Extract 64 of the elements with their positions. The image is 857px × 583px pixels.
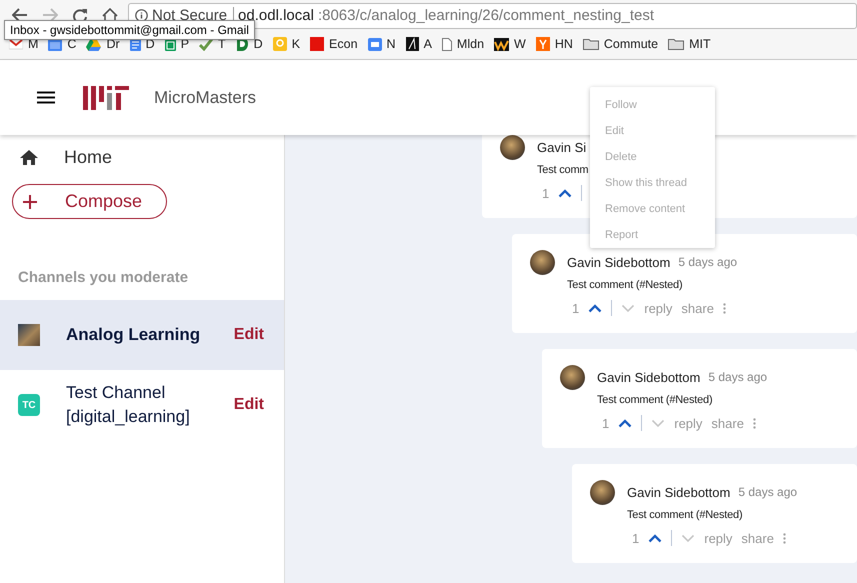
lightbulb-icon xyxy=(272,37,287,51)
bookmark[interactable]: HN xyxy=(554,37,573,51)
channel-badge: TC xyxy=(18,394,40,416)
upvote-icon[interactable] xyxy=(618,418,632,428)
square-icon xyxy=(536,37,550,51)
logo-icon xyxy=(83,86,129,110)
vote-count: 1 xyxy=(572,300,580,316)
menu-icon[interactable] xyxy=(37,91,55,104)
folder-icon xyxy=(582,38,599,50)
compose-button[interactable]: Compose xyxy=(12,184,167,219)
section-heading: Channels you moderate xyxy=(17,268,190,288)
comment-author[interactable]: Gavin Sidebottom xyxy=(567,254,670,270)
bookmark[interactable]: N xyxy=(386,37,396,51)
bookmark[interactable]: Econ xyxy=(329,37,358,51)
vote-count: 1 xyxy=(632,530,640,546)
comment-author[interactable]: Gavin Sidebottom xyxy=(597,370,700,384)
home-link[interactable]: Home xyxy=(64,147,112,168)
upvote-icon[interactable] xyxy=(588,304,602,312)
bookmark[interactable]: K xyxy=(292,37,300,51)
info-icon xyxy=(135,9,148,22)
comment-author[interactable]: Gavin Si xyxy=(537,140,586,154)
channel-name: Test Channel [digital_learning] xyxy=(66,382,191,428)
avatar-placeholder xyxy=(500,135,525,160)
home-icon[interactable] xyxy=(20,150,38,165)
channel-item[interactable]: TC Test Channel [digital_learning] Edit xyxy=(0,370,284,440)
upvote-icon[interactable] xyxy=(558,188,572,198)
edit-link[interactable]: Edit xyxy=(234,396,266,414)
bookmark[interactable]: Commute xyxy=(604,37,658,51)
bookmark[interactable]: MIT xyxy=(689,37,711,51)
square-icon xyxy=(406,37,419,51)
bookmark[interactable]: W xyxy=(514,37,526,51)
page-icon xyxy=(442,38,452,50)
comment-text: Test comment (#Nested) xyxy=(597,393,712,408)
mail-icon xyxy=(9,38,23,50)
wave-icon xyxy=(494,38,510,50)
comment-time: 5 days ago xyxy=(708,370,768,384)
photo-placeholder xyxy=(18,324,40,346)
channel-item[interactable]: Analog Learning Edit xyxy=(0,300,284,370)
square-icon xyxy=(310,37,324,51)
folder-icon xyxy=(668,38,684,50)
comment-time: 5 days ago xyxy=(738,485,798,499)
avatar-placeholder xyxy=(530,250,555,274)
back-icon[interactable] xyxy=(12,8,28,22)
vote-count: 1 xyxy=(542,186,550,200)
upvote-icon[interactable] xyxy=(648,534,662,542)
site-title: MicroMasters xyxy=(154,88,256,108)
avatar-placeholder xyxy=(560,364,585,390)
forward-icon[interactable] xyxy=(42,8,58,22)
checkmark-icon xyxy=(199,38,214,50)
channel-name: Analog Learning xyxy=(66,324,202,346)
comment-text: Test comm xyxy=(537,163,588,178)
plus-icon xyxy=(23,194,37,208)
comment-text: Test comment (#Nested) xyxy=(627,508,742,523)
avatar-placeholder xyxy=(590,480,615,504)
bookmark[interactable]: M xyxy=(28,37,38,51)
comment-time: 5 days ago xyxy=(678,255,738,269)
url-path: :8063/c/analog_learning/26/comment_nesting_test xyxy=(318,7,654,24)
bookmark[interactable]: A xyxy=(424,37,432,51)
bookmark[interactable]: Mldn xyxy=(456,37,484,51)
edit-link[interactable]: Edit xyxy=(234,326,266,344)
vote-count: 1 xyxy=(602,416,610,430)
comment-text: Test comment (#Nested) xyxy=(567,278,682,293)
bookmark[interactable]: D xyxy=(254,37,263,51)
comment-author[interactable]: Gavin Sidebottom xyxy=(627,484,730,500)
